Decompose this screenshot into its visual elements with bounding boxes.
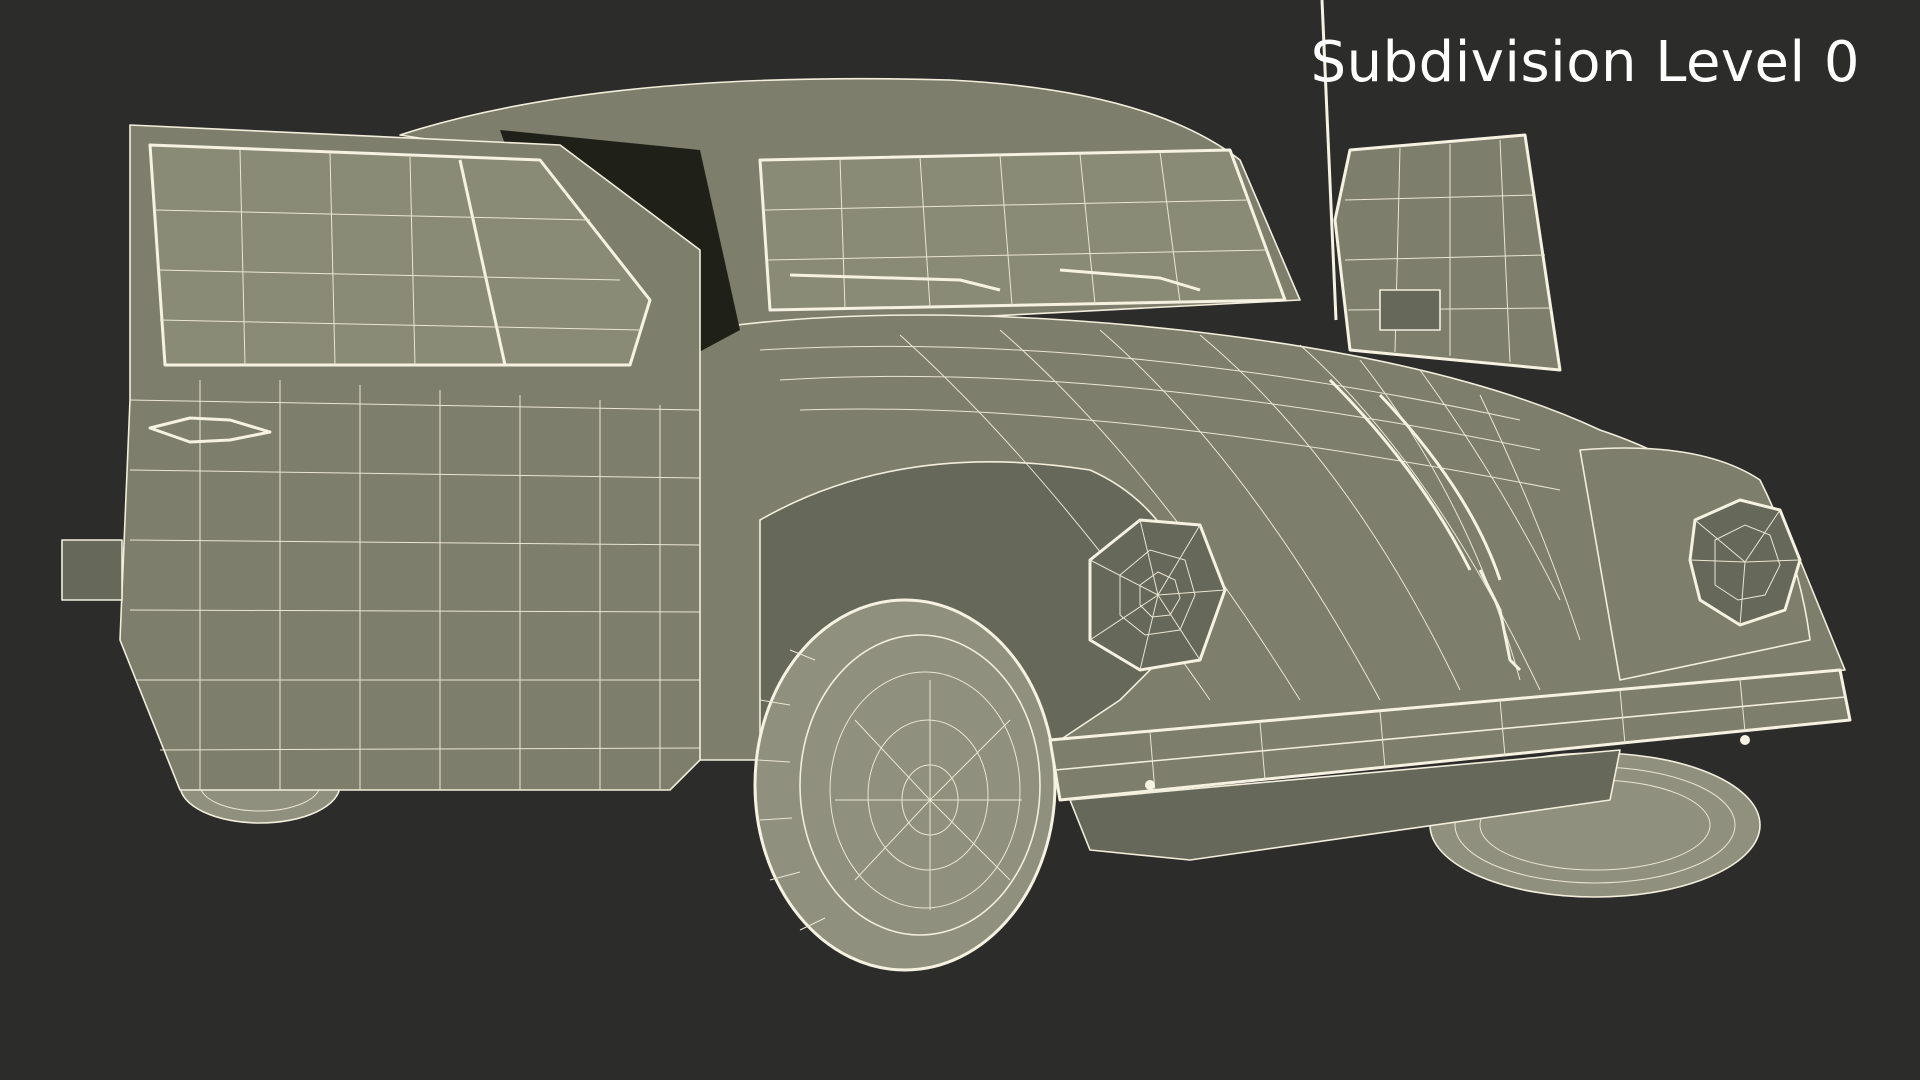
subdivision-level-label: Subdivision Level 0 xyxy=(1310,30,1860,95)
render-viewport: Subdivision Level 0 xyxy=(0,0,1920,1080)
open-left-door xyxy=(61,124,701,791)
side-mirror xyxy=(1333,133,1562,372)
left-headlight xyxy=(1088,518,1227,672)
car-wireframe-model xyxy=(61,0,1852,972)
windshield xyxy=(758,148,1287,312)
front-left-wheel xyxy=(753,598,1057,972)
